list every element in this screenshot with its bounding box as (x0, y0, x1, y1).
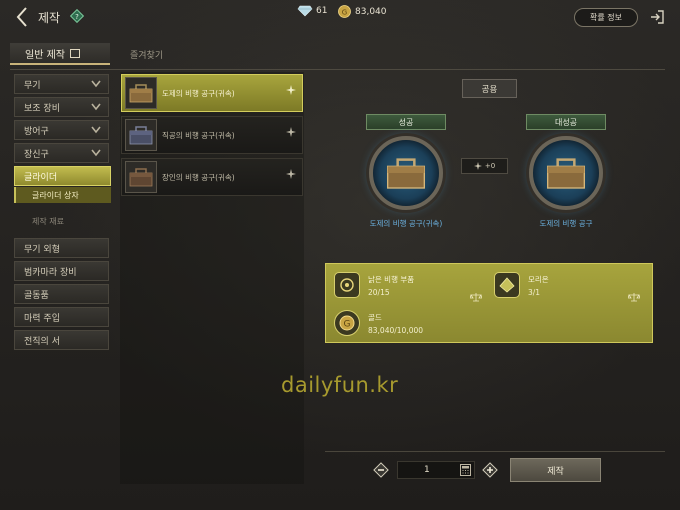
category-label: 보조 장비 (24, 103, 60, 114)
bonus-value: +0 (484, 162, 496, 170)
item-thumbnail (125, 119, 157, 151)
success-result: 성공 도제의 비행 공구(귀속) (346, 114, 466, 228)
diamond-help-icon[interactable]: ? (70, 9, 84, 23)
craft-button[interactable]: 제작 (510, 458, 601, 482)
svg-text:G: G (342, 9, 347, 17)
material-count: 20/15 (368, 287, 390, 297)
chevron-down-icon (91, 149, 101, 157)
list-item[interactable]: 도제의 비행 공구(귀속) (121, 74, 303, 112)
great-success-item-ring (529, 136, 603, 210)
balance-icon (470, 293, 482, 302)
balance-icon (628, 293, 640, 302)
sparkle-icon (286, 127, 296, 137)
success-item-name: 도제의 비행 공구(귀속) (369, 219, 443, 228)
toolbox-icon (129, 168, 153, 187)
category-armor[interactable]: 방어구 (14, 120, 109, 140)
gold-currency: G 83,040 (338, 5, 387, 18)
category-materials[interactable]: 제작 재료 (32, 216, 64, 227)
item-name: 도제의 비행 공구(귀속) (162, 88, 235, 98)
increase-quantity-icon[interactable] (482, 462, 498, 478)
materials-panel: 낡은 비행 부품 20/15 모리온 3/1 G 골드 83,040/10,00… (325, 263, 653, 343)
calculator-icon[interactable] (460, 464, 471, 476)
chevron-down-icon (91, 126, 101, 134)
rate-info-button[interactable]: 확률 정보 (574, 8, 638, 27)
chevron-down-icon (91, 80, 101, 88)
flight-part-icon (334, 272, 360, 298)
material-name: 골드 (368, 312, 382, 322)
item-name: 직공의 비행 공구(귀속) (162, 130, 235, 140)
crystal-count: 61 (316, 6, 328, 16)
tab-general-label: 일반 제작 (25, 49, 65, 61)
category-label: 전직의 서 (24, 336, 60, 347)
success-item-ring (369, 136, 443, 210)
morion-icon (494, 272, 520, 298)
category-label: 장신구 (24, 149, 49, 160)
sparkle-icon (286, 169, 296, 179)
great-success-item-name: 도제의 비행 공구 (539, 219, 593, 228)
category-label: 골동품 (24, 290, 49, 301)
top-bar: 제작 ? 61 G 83,040 확률 정보 (0, 0, 680, 36)
item-thumbnail (125, 161, 157, 193)
material-count: 3/1 (528, 287, 541, 297)
gold-coin-icon: G (334, 310, 360, 336)
filter-box-icon (69, 48, 80, 58)
category-sub-equipment[interactable]: 보조 장비 (14, 97, 109, 117)
star-icon (473, 162, 482, 170)
svg-text:?: ? (75, 13, 79, 21)
bottom-divider (325, 451, 665, 452)
toolbox-icon (547, 158, 585, 189)
great-success-ribbon: 대성공 (526, 114, 606, 130)
material-item[interactable]: G 골드 83,040/10,000 (334, 310, 423, 336)
toolbox-icon (387, 158, 425, 189)
category-mana-infusion[interactable]: 마력 주입 (14, 307, 109, 327)
page-title: 제작 (38, 11, 61, 25)
crystal-currency: 61 (297, 5, 327, 17)
category-label: 무기 외형 (24, 244, 60, 255)
category-glider-box[interactable]: 글라이더 상자 (14, 187, 111, 203)
category-label: 마력 주입 (24, 313, 60, 324)
list-item[interactable]: 장인의 비행 공구(귀속) (121, 158, 303, 196)
category-label: 무기 (24, 80, 41, 91)
tab-divider (10, 69, 665, 70)
category-bumkamara-gear[interactable]: 범카마라 장비 (14, 261, 109, 281)
chevron-down-icon (91, 103, 101, 111)
gold-coin-icon: G (338, 5, 351, 18)
exit-icon[interactable] (649, 9, 665, 25)
great-success-bonus: +0 (461, 158, 508, 174)
success-ribbon: 성공 (366, 114, 446, 130)
tab-bar: 일반 제작 즐겨찾기 (0, 40, 680, 68)
category-weapon[interactable]: 무기 (14, 74, 109, 94)
back-arrow-icon[interactable] (14, 6, 30, 28)
category-label: 범카마라 장비 (24, 267, 77, 278)
crystal-icon (297, 5, 313, 17)
toolbox-icon (129, 126, 153, 145)
tab-favorites[interactable]: 즐겨찾기 (130, 48, 163, 61)
toolbox-icon (129, 84, 153, 103)
material-name: 낡은 비행 부품 (368, 274, 415, 284)
great-success-result: 대성공 도제의 비행 공구 (506, 114, 626, 228)
common-label: 공용 (462, 79, 517, 98)
watermark: dailyfun.kr (281, 373, 399, 397)
list-item[interactable]: 직공의 비행 공구(귀속) (121, 116, 303, 154)
material-name: 모리온 (528, 274, 549, 284)
category-label: 방어구 (24, 126, 49, 137)
sparkle-icon (286, 85, 296, 95)
svg-text:G: G (344, 320, 351, 330)
category-antique[interactable]: 골동품 (14, 284, 109, 304)
category-weapon-skin[interactable]: 무기 외형 (14, 238, 109, 258)
category-glider[interactable]: 글라이더 (14, 166, 111, 186)
material-item[interactable]: 모리온 3/1 (494, 272, 549, 298)
item-name: 장인의 비행 공구(귀속) (162, 172, 235, 182)
category-accessory[interactable]: 장신구 (14, 143, 109, 163)
material-item[interactable]: 낡은 비행 부품 20/15 (334, 272, 414, 298)
decrease-quantity-icon[interactable] (373, 462, 389, 478)
item-thumbnail (125, 77, 157, 109)
tab-general-crafting[interactable]: 일반 제작 (10, 43, 110, 65)
category-class-change-book[interactable]: 전직의 서 (14, 330, 109, 350)
gold-count: 83,040 (355, 6, 387, 17)
material-count: 83,040/10,000 (368, 325, 424, 335)
